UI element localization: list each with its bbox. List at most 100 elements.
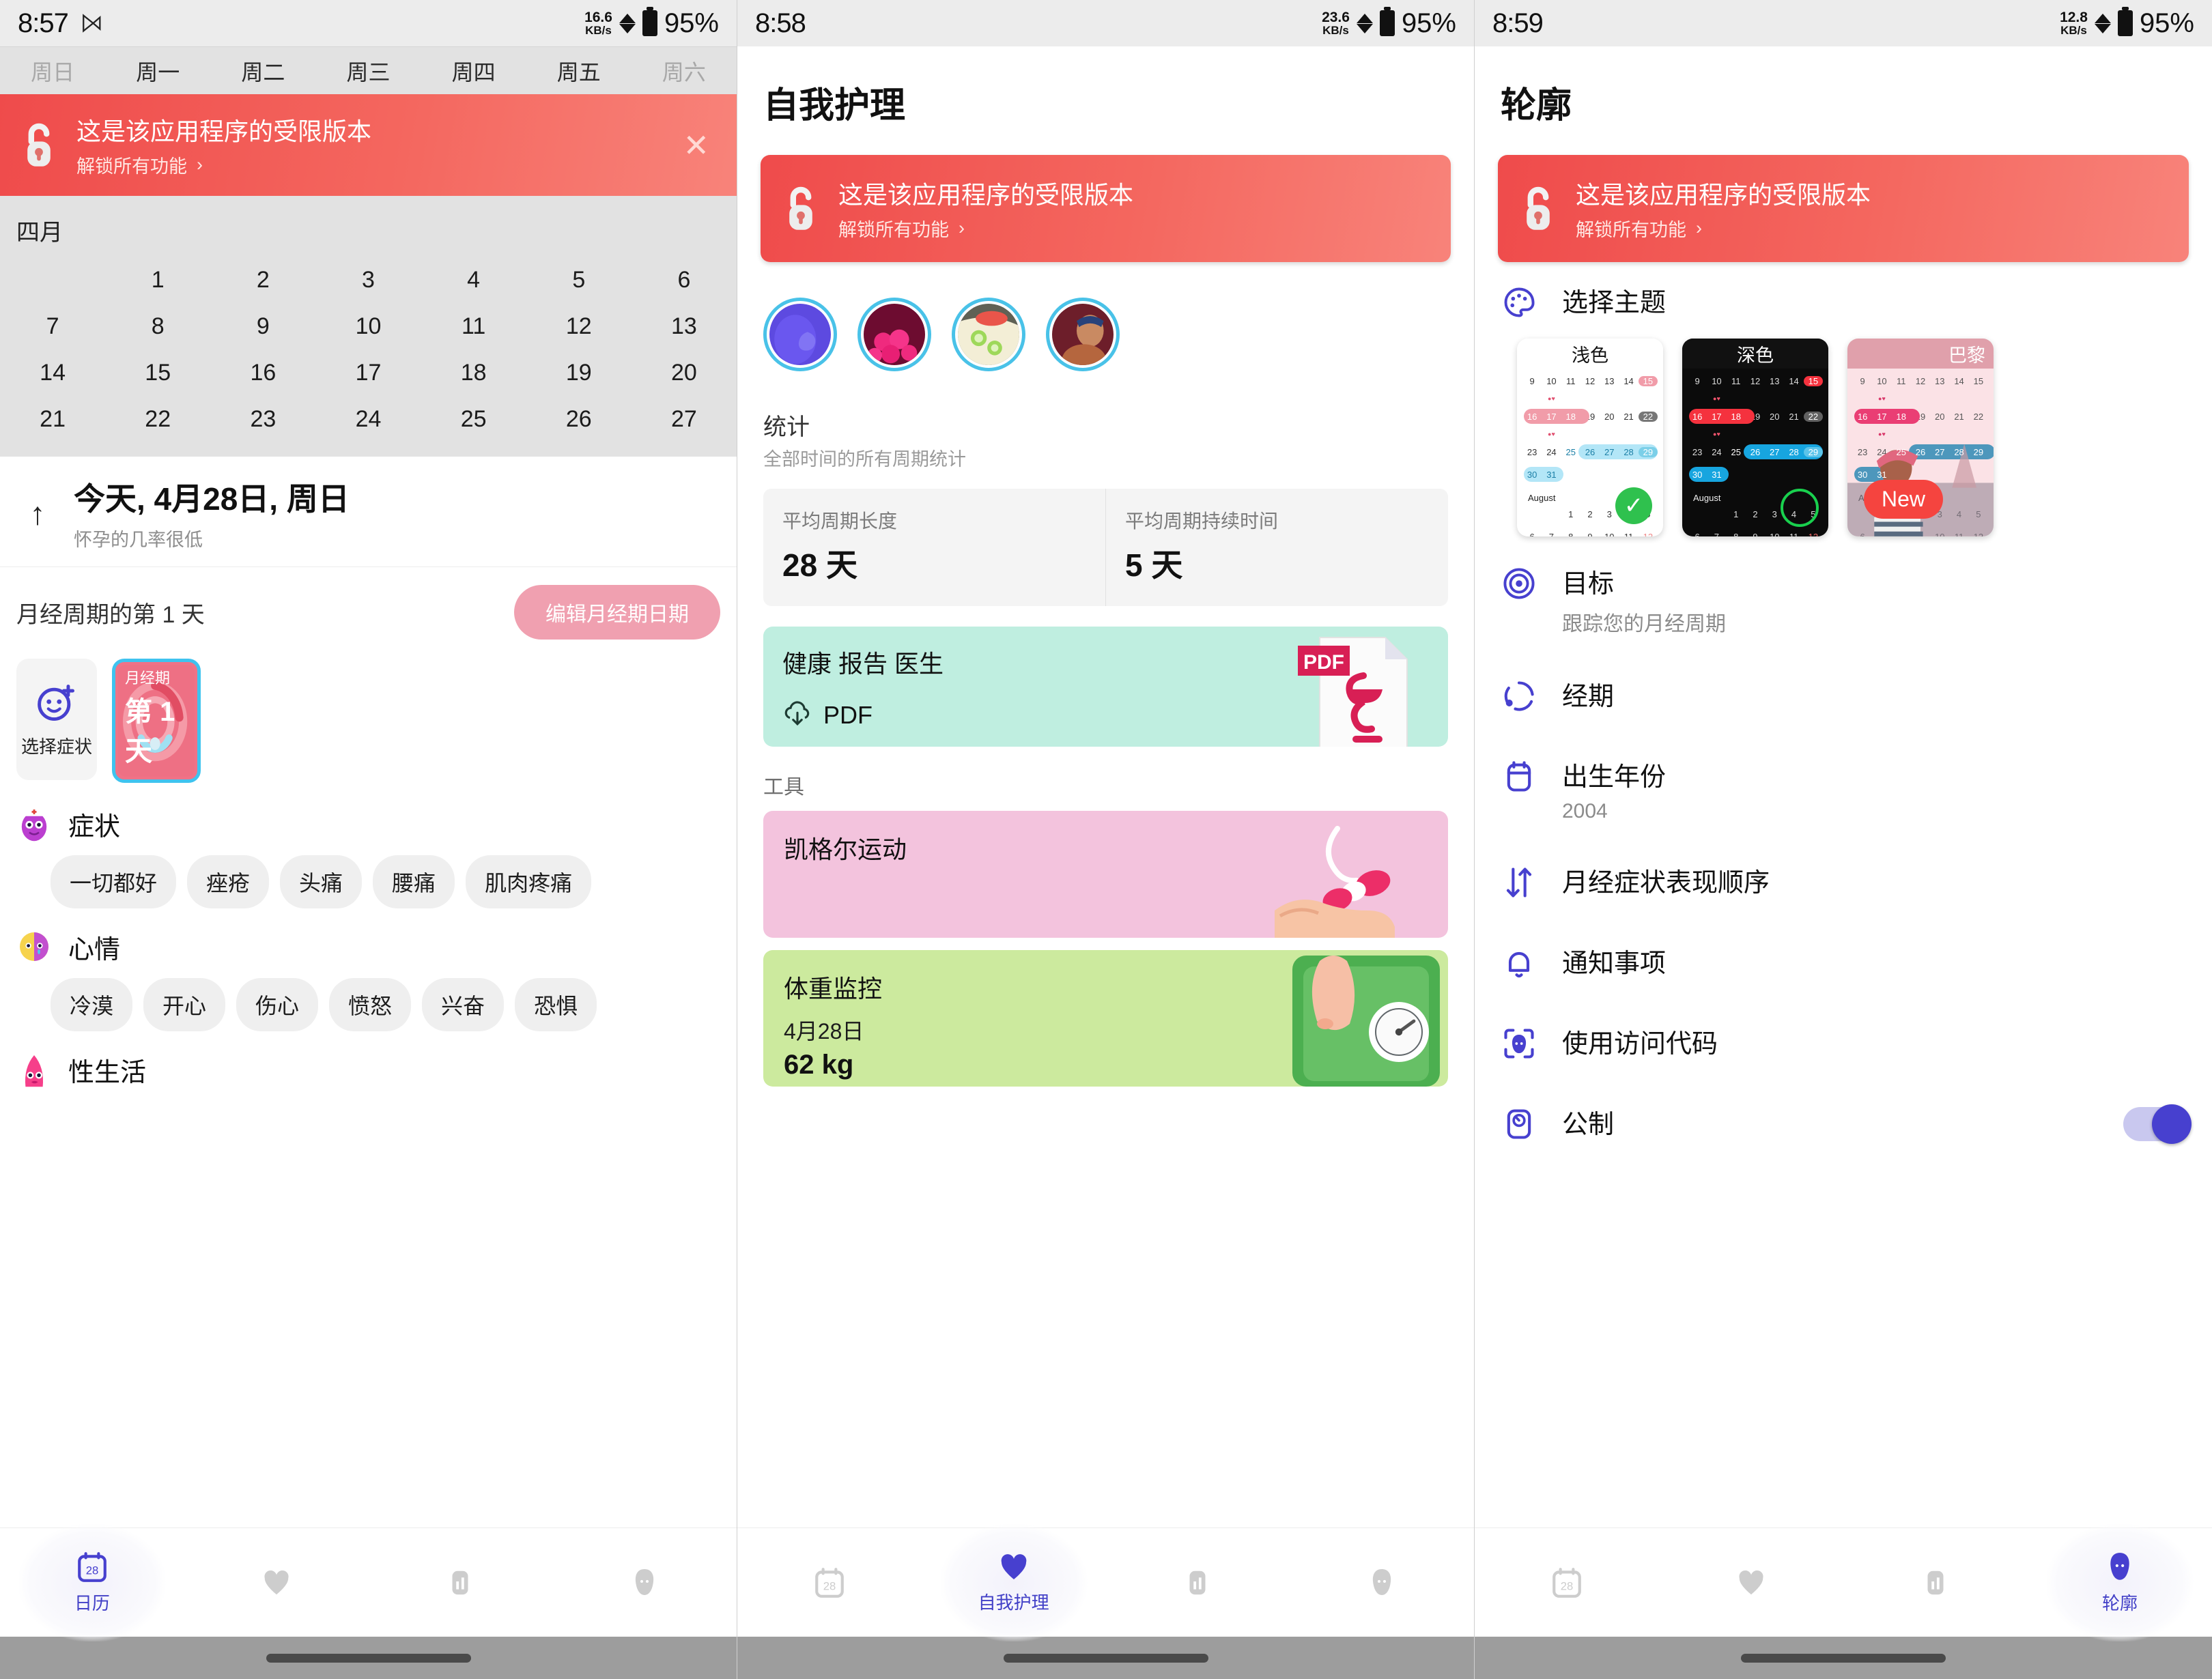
nav-selfcare[interactable] [184, 1528, 369, 1637]
day-cell[interactable]: 16 [210, 360, 315, 386]
health-report-card[interactable]: 健康 报告 医生 PDF PDF [763, 627, 1448, 747]
premium-banner[interactable]: 这是该应用程序的受限版本 解锁所有功能 › [761, 155, 1451, 262]
day-cell[interactable]: 18 [421, 360, 526, 386]
period-day-card[interactable]: 月经期 第 1 天 [112, 659, 201, 783]
svg-text:28: 28 [86, 1564, 99, 1577]
day-cell[interactable]: 1 [105, 267, 210, 293]
day-cell[interactable]: 15 [105, 360, 210, 386]
day-cell[interactable]: 12 [526, 313, 632, 340]
avatar-berries[interactable] [857, 298, 931, 371]
chip-item[interactable]: 愤怒 [329, 978, 412, 1031]
setting-row-goal[interactable]: 目标 跟踪您的月经周期 [1475, 543, 2212, 656]
setting-row-period[interactable]: 经期 [1475, 656, 2212, 736]
today-header[interactable]: ↑ 今天, 4月28日, 周日 怀孕的几率很低 [0, 457, 737, 567]
theme-card-paris[interactable]: 巴黎 9 10 11 12 13 14 15 ●♥ 16 17 18 19 20 21 22 ●♥ 23… [1847, 339, 1994, 536]
calendar-week-row[interactable]: 14 15 16 17 18 19 20 [0, 349, 737, 396]
chip-item[interactable]: 痤疮 [187, 855, 270, 908]
nav-selfcare[interactable]: 自我护理 [922, 1528, 1106, 1637]
day-cell[interactable]: 19 [526, 360, 632, 386]
banner-subtitle[interactable]: 解锁所有功能 › [838, 215, 1133, 242]
premium-banner[interactable]: 这是该应用程序的受限版本 解锁所有功能 › ✕ [0, 94, 737, 196]
day-cell[interactable]: 6 [632, 267, 737, 293]
setting-symptom-order-body: 月经症状表现顺序 [1562, 861, 2189, 899]
calendar-week-row[interactable]: 7 8 9 10 11 12 13 [0, 303, 737, 349]
day-cell[interactable]: 7 [0, 313, 105, 340]
mood-emoji-icon [20, 932, 48, 961]
metric-toggle[interactable] [2123, 1104, 2192, 1144]
day-cell[interactable]: 4 [421, 267, 526, 293]
avatar-salad[interactable] [952, 298, 1025, 371]
nav-profile[interactable] [1290, 1528, 1474, 1637]
day-cell[interactable]: 21 [0, 406, 105, 433]
calendar-grid[interactable]: 四月 1 2 3 4 5 6 7 8 9 10 11 12 13 14 15 1… [0, 196, 737, 457]
theme-carousel[interactable]: 浅色 9 10 11 12 13 14 15 ●♥ 16 17 18 19 20 21 22 ●♥ 23… [1475, 324, 2212, 543]
mood-chip-list[interactable]: 冷漠 开心 伤心 愤怒 兴奋 恐惧 [0, 966, 737, 1031]
day-cell[interactable]: 11 [421, 313, 526, 340]
setting-title: 目标 [1562, 570, 1615, 599]
setting-row-symptom-order[interactable]: 月经症状表现顺序 [1475, 842, 2212, 923]
theme-name: 巴黎 [1847, 339, 1994, 369]
chip-item[interactable]: 开心 [143, 978, 226, 1031]
avatar-breathing[interactable] [763, 298, 837, 371]
day-cell[interactable]: 2 [210, 267, 315, 293]
chip-item[interactable]: 头痛 [280, 855, 363, 908]
day-cell[interactable]: 5 [526, 267, 632, 293]
setting-row-birthyear[interactable]: 出生年份 2004 [1475, 736, 2212, 842]
banner-subtitle[interactable]: 解锁所有功能 › [76, 152, 371, 178]
setting-row-metric[interactable]: 公制 [1475, 1084, 2212, 1164]
tool-card-kegel[interactable]: 凯格尔运动 [763, 811, 1448, 938]
day-cell[interactable]: 17 [315, 360, 421, 386]
chip-item[interactable]: 伤心 [236, 978, 319, 1031]
gesture-bar[interactable] [1475, 1637, 2212, 1679]
theme-card-light[interactable]: 浅色 9 10 11 12 13 14 15 ●♥ 16 17 18 19 20 21 22 ●♥ 23… [1517, 339, 1663, 536]
calendar-week-row[interactable]: 1 2 3 4 5 6 [0, 257, 737, 303]
close-icon[interactable]: ✕ [672, 130, 720, 161]
nav-calendar[interactable]: 28 [1475, 1528, 1659, 1637]
banner-subtitle[interactable]: 解锁所有功能 › [1576, 215, 1871, 242]
theme-card-dark[interactable]: 深色 9 10 11 12 13 14 15 ●♥ 16 17 18 19 20 21 22 ●♥ 23… [1682, 339, 1828, 536]
calendar-week-row[interactable]: 21 22 23 24 25 26 27 [0, 396, 737, 442]
day-cell[interactable]: 26 [526, 406, 632, 433]
day-cell[interactable]: 3 [315, 267, 421, 293]
banner-subtitle-label: 解锁所有功能 [1576, 220, 1686, 240]
network-value: 16.6 [584, 10, 612, 25]
avatar-woman[interactable] [1046, 298, 1120, 371]
nav-profile[interactable] [552, 1528, 737, 1637]
nav-stats[interactable] [369, 1528, 553, 1637]
chip-item[interactable]: 兴奋 [422, 978, 505, 1031]
setting-row-notifications[interactable]: 通知事项 [1475, 923, 2212, 1003]
gesture-bar[interactable] [737, 1637, 1474, 1679]
chip-item[interactable]: 一切都好 [51, 855, 177, 908]
day-cell[interactable]: 20 [632, 360, 737, 386]
select-symptoms-card[interactable]: 选择症状 [16, 659, 97, 780]
day-cell[interactable]: 24 [315, 406, 421, 433]
chip-item[interactable]: 肌肉疼痛 [466, 855, 592, 908]
day-cell[interactable]: 25 [421, 406, 526, 433]
premium-banner[interactable]: 这是该应用程序的受限版本 解锁所有功能 › [1498, 155, 2189, 262]
collapse-arrow-icon[interactable]: ↑ [16, 498, 59, 529]
nav-stats[interactable] [1843, 1528, 2028, 1637]
chip-item[interactable]: 冷漠 [51, 978, 133, 1031]
tool-card-weight[interactable]: 体重监控 4月28日 62 kg [763, 950, 1448, 1087]
day-cell[interactable]: 9 [210, 313, 315, 340]
nav-stats[interactable] [1106, 1528, 1290, 1637]
day-cell[interactable]: 27 [632, 406, 737, 433]
nav-profile[interactable]: 轮廓 [2028, 1528, 2212, 1637]
setting-row-access-code[interactable]: 使用访问代码 [1475, 1003, 2212, 1084]
day-cell[interactable]: 23 [210, 406, 315, 433]
day-cell[interactable]: 13 [632, 313, 737, 340]
symptom-chip-list[interactable]: 一切都好 痤疮 头痛 腰痛 肌肉疼痛 [0, 843, 737, 908]
selfcare-avatar-row [737, 262, 1474, 399]
chart-icon [452, 1570, 468, 1594]
day-cell[interactable]: 22 [105, 406, 210, 433]
nav-calendar[interactable]: 28 日历 [0, 1528, 184, 1637]
day-cell[interactable]: 8 [105, 313, 210, 340]
nav-selfcare[interactable] [1659, 1528, 1843, 1637]
edit-period-dates-button[interactable]: 编辑月经期日期 [514, 585, 720, 640]
gesture-bar[interactable] [0, 1637, 737, 1679]
day-cell[interactable]: 14 [0, 360, 105, 386]
nav-calendar[interactable]: 28 [737, 1528, 922, 1637]
day-cell[interactable]: 10 [315, 313, 421, 340]
chip-item[interactable]: 腰痛 [373, 855, 455, 908]
chip-item[interactable]: 恐惧 [515, 978, 597, 1031]
